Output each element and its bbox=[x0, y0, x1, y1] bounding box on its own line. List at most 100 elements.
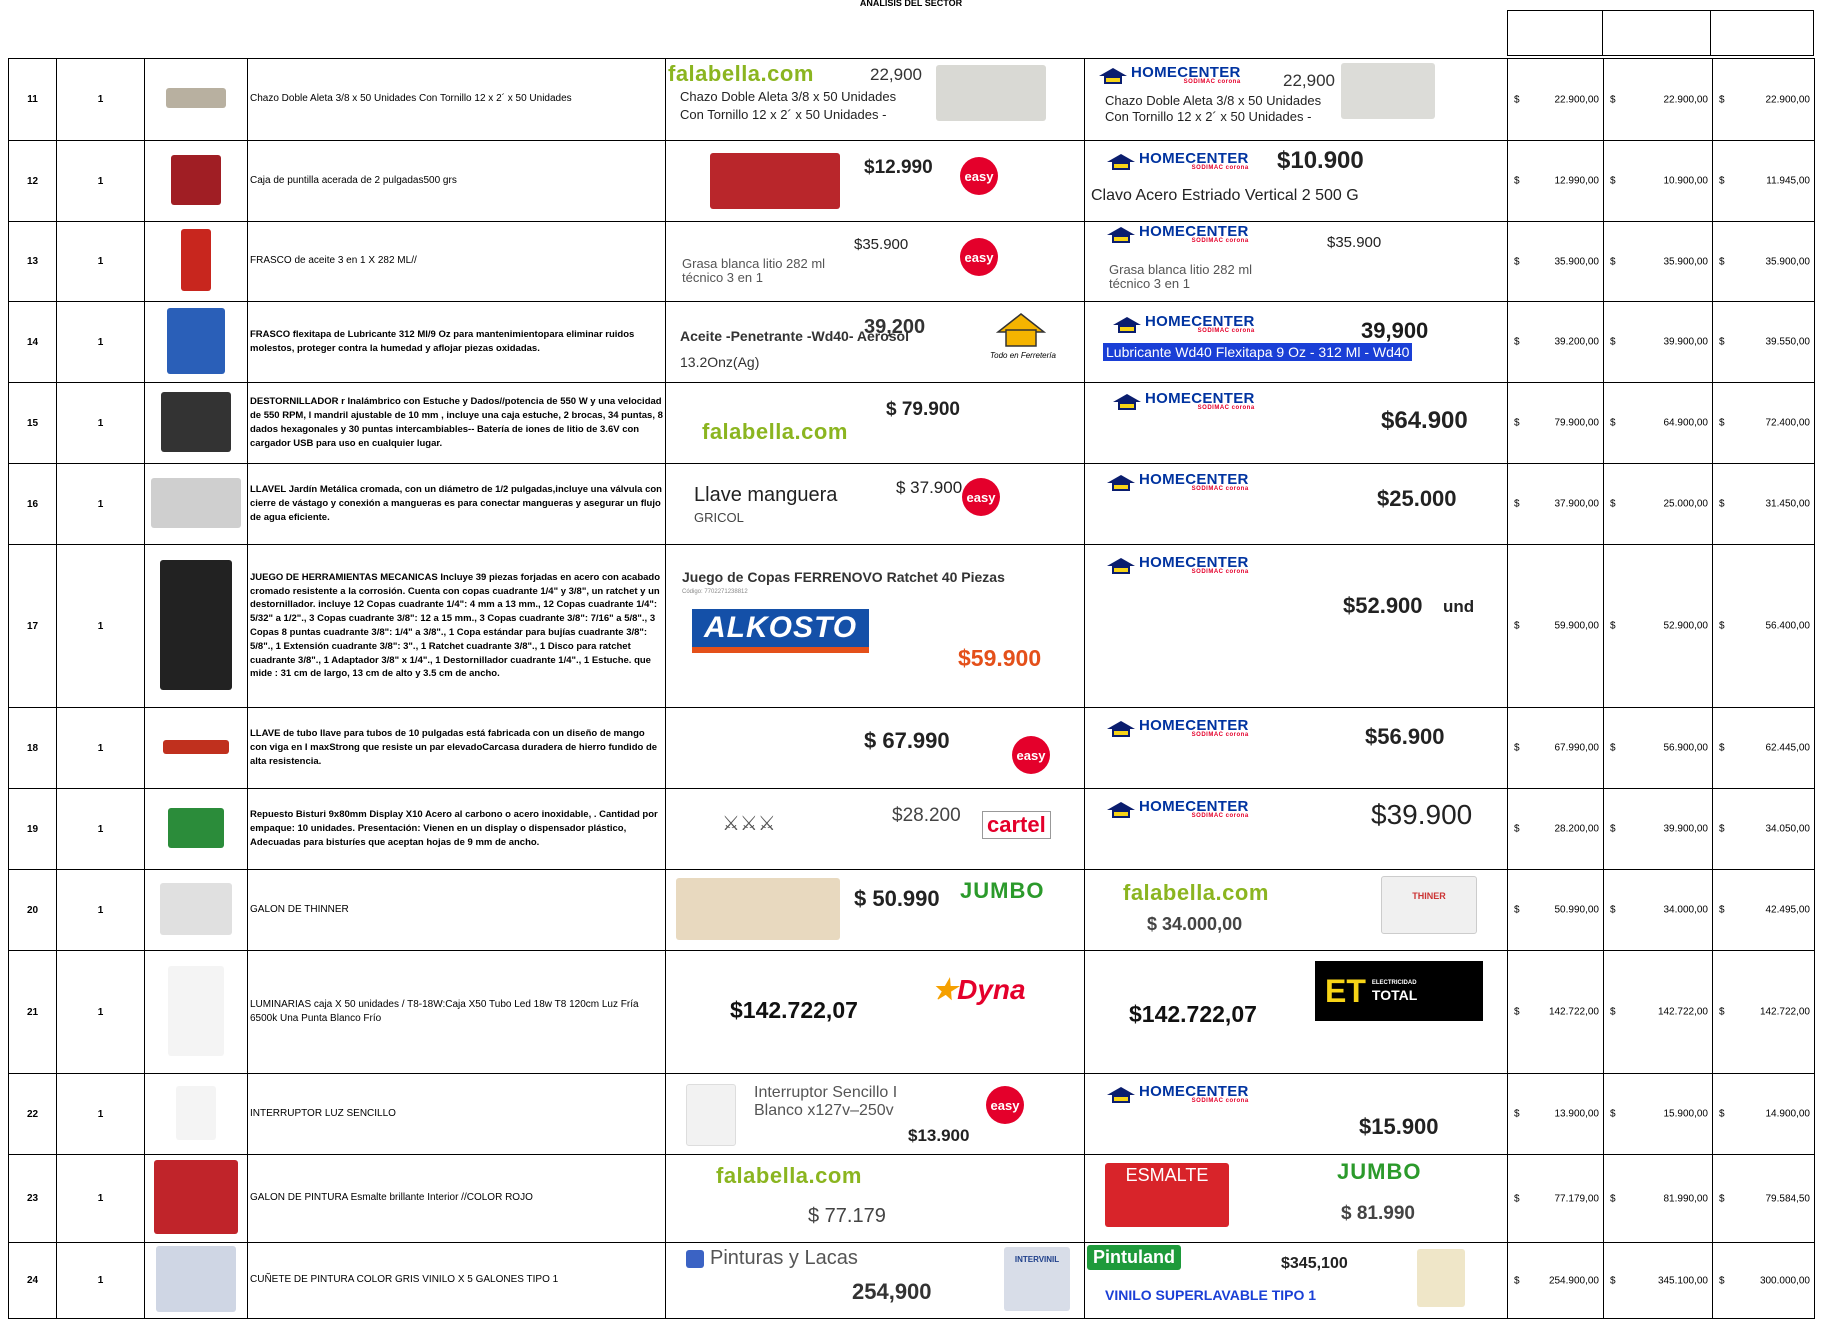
quote-text: Con Tornillo 12 x 2´ x 50 Unidades - bbox=[680, 107, 887, 122]
product-image-cell bbox=[144, 788, 248, 870]
price-2: $15.900,00 bbox=[1603, 1073, 1713, 1155]
table-row: 16 1 LLAVEL Jardín Metálica cromada, con… bbox=[8, 463, 1815, 545]
homecenter-logo: HOMECENTER SODIMAC corona bbox=[1113, 391, 1255, 411]
homecenter-house-icon bbox=[1107, 1087, 1135, 1103]
table-row: 21 1 LUMINARIAS caja X 50 unidades / T8-… bbox=[8, 950, 1815, 1074]
price-1: $22.900,00 bbox=[1507, 58, 1604, 141]
price-average: $31.450,00 bbox=[1712, 463, 1815, 545]
price-2: $22.900,00 bbox=[1603, 58, 1713, 141]
quote-text: Chazo Doble Aleta 3/8 x 50 Unidades bbox=[1105, 93, 1322, 108]
quote-price: $39.900 bbox=[1371, 799, 1473, 830]
quote-price: $64.900 bbox=[1381, 407, 1468, 434]
product-image bbox=[156, 1246, 236, 1312]
price-2: $52.900,00 bbox=[1603, 544, 1713, 708]
header-box bbox=[1507, 10, 1603, 56]
item-description: CUÑETE DE PINTURA COLOR GRIS VINILO X 5 … bbox=[247, 1242, 666, 1319]
thinner-can-photo: THINER bbox=[1381, 876, 1477, 934]
quote-price: 254,900 bbox=[852, 1279, 932, 1304]
item-description: JUEGO DE HERRAMIENTAS MECANICAS Incluye … bbox=[247, 544, 666, 708]
homecenter-house-icon bbox=[1107, 475, 1135, 491]
product-image-cell bbox=[144, 221, 248, 302]
table-row: 19 1 Repuesto Bisturi 9x80mm Display X10… bbox=[8, 788, 1815, 870]
quote-1-cell: $ 79.900 falabella.com bbox=[665, 382, 1085, 464]
quote-1-cell: $12.990 easy bbox=[665, 140, 1085, 222]
quote-price: $15.900 bbox=[1359, 1114, 1439, 1139]
quote-2-cell: HOMECENTER SODIMAC corona 39,900 Lubricant… bbox=[1084, 301, 1508, 383]
homecenter-house-icon bbox=[1107, 154, 1135, 170]
quote-1-cell: Grasa blanca litio 282 ml técnico 3 en 1 $… bbox=[665, 221, 1085, 302]
quote-2-cell: Pintuland $345,100 VINILO SUPERLAVABLE TIP… bbox=[1084, 1242, 1508, 1319]
falabella-logo: falabella.com bbox=[716, 1163, 862, 1188]
homecenter-house-icon bbox=[1113, 394, 1141, 410]
dyna-logo: ★Dyna bbox=[932, 974, 1026, 1005]
homecenter-house-icon bbox=[1107, 227, 1135, 243]
price-2: $34.000,00 bbox=[1603, 869, 1713, 951]
price-average: $142.722,00 bbox=[1712, 950, 1815, 1074]
falabella-logo: falabella.com bbox=[668, 61, 814, 86]
product-image bbox=[161, 391, 231, 452]
quote-2-cell: HOMECENTER SODIMAC corona $15.900 bbox=[1084, 1073, 1508, 1155]
cartel-logo: cartel bbox=[982, 811, 1051, 839]
intervinil-can-photo: INTERVINIL bbox=[1004, 1247, 1070, 1311]
quote-price: $ 81.990 bbox=[1341, 1203, 1415, 1224]
quote-1-cell: Llave manguera GRICOL $ 37.900 easy bbox=[665, 463, 1085, 545]
price-2: $39.900,00 bbox=[1603, 788, 1713, 870]
table-row: 14 1 FRASCO flexitapa de Lubricante 312 … bbox=[8, 301, 1815, 383]
price-average: $79.584,50 bbox=[1712, 1154, 1815, 1243]
page-title: ANÁLISIS DEL SECTOR bbox=[859, 0, 963, 8]
item-description: DESTORNILLADOR r Inalámbrico con Estuche… bbox=[247, 382, 666, 464]
quote-1-cell: Interruptor Sencillo I Blanco x127v–250v $… bbox=[665, 1073, 1085, 1155]
quote-price: $ 37.900 bbox=[896, 478, 963, 497]
homecenter-house-icon bbox=[1099, 68, 1127, 84]
casa-ferreteria-logo: Todo en Ferretería bbox=[990, 312, 1056, 360]
quote-1-cell: Juego de Copas FERRENOVO Ratchet 40 Piez… bbox=[665, 544, 1085, 708]
price-average: $39.550,00 bbox=[1712, 301, 1815, 383]
price-2: $81.990,00 bbox=[1603, 1154, 1713, 1243]
electricidad-total-logo: ET ELECTRICIDAD TOTAL bbox=[1315, 961, 1483, 1021]
quote-price: $ 79.900 bbox=[886, 399, 960, 420]
item-number: 21 bbox=[8, 950, 57, 1074]
product-image bbox=[167, 307, 225, 374]
scalpel-blades-icon: ⚔⚔⚔ bbox=[722, 813, 776, 835]
price-average: $300.000,00 bbox=[1712, 1242, 1815, 1319]
item-quantity: 1 bbox=[56, 869, 145, 951]
price-1: $50.990,00 bbox=[1507, 869, 1604, 951]
item-number: 19 bbox=[8, 788, 57, 870]
quote-text: técnico 3 en 1 bbox=[682, 270, 763, 285]
product-image bbox=[166, 88, 226, 108]
homecenter-logo: HOMECENTER SODIMAC corona bbox=[1099, 65, 1241, 85]
product-photo bbox=[1341, 63, 1435, 119]
product-image bbox=[160, 882, 232, 935]
quote-text: técnico 3 en 1 bbox=[1109, 276, 1190, 291]
item-quantity: 1 bbox=[56, 707, 145, 789]
product-image bbox=[151, 477, 241, 528]
item-quantity: 1 bbox=[56, 950, 145, 1074]
homecenter-house-icon bbox=[1107, 558, 1135, 574]
homecenter-logo: HOMECENTER SODIMAC corona bbox=[1107, 151, 1249, 171]
quote-price: 22,900 bbox=[870, 65, 922, 84]
product-image-cell bbox=[144, 301, 248, 383]
quote-price: $59.900 bbox=[958, 645, 1042, 671]
product-image bbox=[181, 229, 211, 291]
quote-price: $12.990 bbox=[864, 157, 933, 178]
quote-1-cell: ⚔⚔⚔ $28.200 cartel bbox=[665, 788, 1085, 870]
price-2: $345.100,00 bbox=[1603, 1242, 1713, 1319]
price-2: $142.722,00 bbox=[1603, 950, 1713, 1074]
price-average: $72.400,00 bbox=[1712, 382, 1815, 464]
quote-2-cell: HOMECENTER SODIMAC corona $39.900 bbox=[1084, 788, 1508, 870]
quote-1-cell: falabella.com 22,900 Chazo Doble Aleta 3/8… bbox=[665, 58, 1085, 141]
item-description: GALON DE THINNER bbox=[247, 869, 666, 951]
price-average: $56.400,00 bbox=[1712, 544, 1815, 708]
homecenter-logo: HOMECENTER SODIMAC corona bbox=[1107, 224, 1249, 244]
price-2: $25.000,00 bbox=[1603, 463, 1713, 545]
table-row: 12 1 Caja de puntilla acerada de 2 pulga… bbox=[8, 140, 1815, 222]
product-photo bbox=[676, 878, 840, 940]
quote-2-cell: ESMALTE JUMBO $ 81.990 bbox=[1084, 1154, 1508, 1243]
product-image-cell bbox=[144, 544, 248, 708]
product-image-cell bbox=[144, 463, 248, 545]
item-description: INTERRUPTOR LUZ SENCILLO bbox=[247, 1073, 666, 1155]
item-number: 16 bbox=[8, 463, 57, 545]
quote-2-cell: $142.722,07 ET ELECTRICIDAD TOTAL bbox=[1084, 950, 1508, 1074]
price-average: $14.900,00 bbox=[1712, 1073, 1815, 1155]
item-number: 22 bbox=[8, 1073, 57, 1155]
